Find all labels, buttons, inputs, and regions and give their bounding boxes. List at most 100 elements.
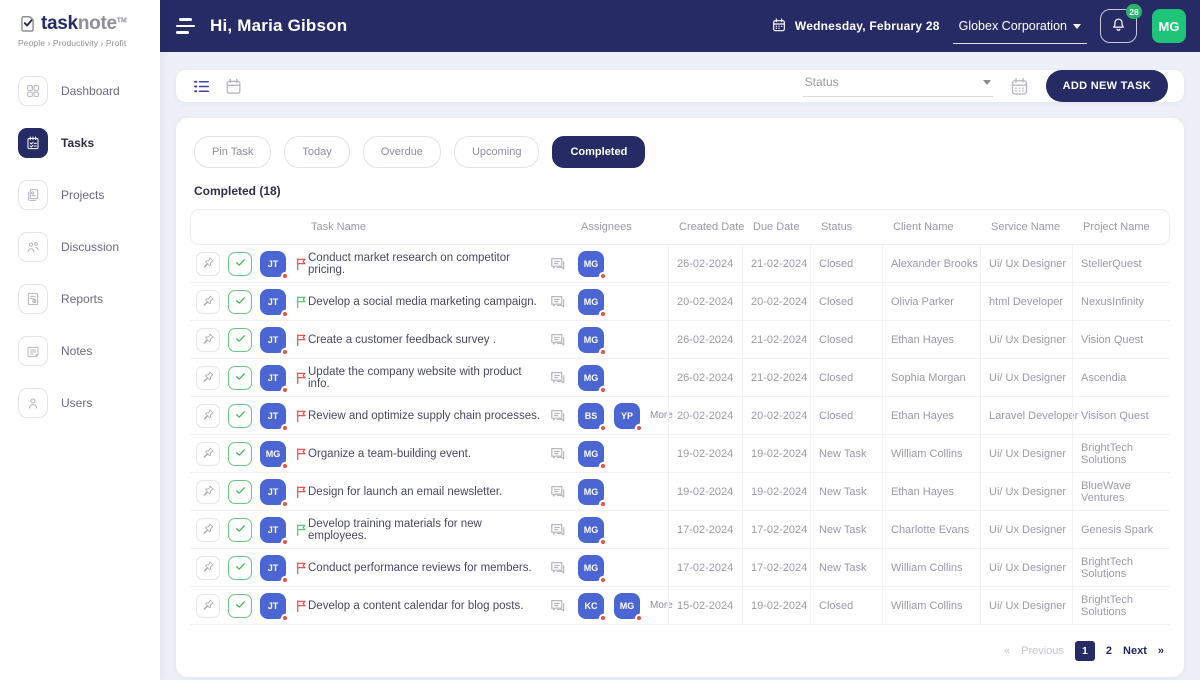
- owner-avatar[interactable]: JT: [260, 403, 286, 429]
- owner-avatar[interactable]: MG: [260, 441, 286, 467]
- filter-pill-pin-task[interactable]: Pin Task: [194, 136, 271, 168]
- assignee-avatar[interactable]: KC: [578, 593, 604, 619]
- task-name[interactable]: Conduct performance reviews for members.: [308, 549, 548, 586]
- flag-icon[interactable]: [294, 560, 309, 576]
- pin-task-button[interactable]: [196, 594, 220, 618]
- complete-task-button[interactable]: [228, 594, 252, 618]
- flag-icon[interactable]: [294, 256, 309, 272]
- flag-icon[interactable]: [294, 446, 309, 462]
- owner-avatar[interactable]: JT: [260, 479, 286, 505]
- task-name[interactable]: Develop training materials for new emplo…: [308, 511, 548, 548]
- complete-task-button[interactable]: [228, 556, 252, 580]
- task-name[interactable]: Update the company website with product …: [308, 359, 548, 396]
- sidebar-item-tasks[interactable]: Tasks: [0, 121, 160, 165]
- assignee-avatar[interactable]: MG: [578, 441, 604, 467]
- assignee-avatar[interactable]: MG: [578, 517, 604, 543]
- owner-avatar[interactable]: JT: [260, 555, 286, 581]
- complete-task-button[interactable]: [228, 404, 252, 428]
- flag-icon[interactable]: [294, 332, 309, 348]
- flag-icon[interactable]: [294, 294, 309, 310]
- task-name[interactable]: Organize a team-building event.: [308, 435, 548, 472]
- filter-pill-today[interactable]: Today: [284, 136, 349, 168]
- notifications-button[interactable]: 28: [1100, 9, 1137, 43]
- owner-avatar[interactable]: JT: [260, 517, 286, 543]
- owner-avatar[interactable]: JT: [260, 327, 286, 353]
- sidebar-item-projects[interactable]: Projects: [0, 173, 160, 217]
- task-name[interactable]: Review and optimize supply chain process…: [308, 397, 548, 434]
- status-filter-select[interactable]: Status: [803, 75, 993, 97]
- pin-task-button[interactable]: [196, 518, 220, 542]
- previous-page-button[interactable]: Previous: [1021, 645, 1064, 657]
- pin-task-button[interactable]: [196, 404, 220, 428]
- chat-icon[interactable]: [548, 444, 568, 464]
- pin-task-button[interactable]: [196, 252, 220, 276]
- assignee-avatar[interactable]: BS: [578, 403, 604, 429]
- menu-toggle-icon[interactable]: [176, 18, 196, 34]
- flag-icon[interactable]: [294, 408, 309, 424]
- sidebar-item-discussion[interactable]: Discussion: [0, 225, 160, 269]
- chat-icon[interactable]: [548, 558, 568, 578]
- flag-icon[interactable]: [294, 484, 309, 500]
- chat-icon[interactable]: [548, 482, 568, 502]
- chat-icon[interactable]: [548, 596, 568, 616]
- previous-arrow[interactable]: «: [1004, 645, 1010, 657]
- task-name[interactable]: Develop a content calendar for blog post…: [308, 587, 548, 624]
- complete-task-button[interactable]: [228, 442, 252, 466]
- complete-task-button[interactable]: [228, 366, 252, 390]
- owner-avatar[interactable]: JT: [260, 251, 286, 277]
- next-page-button[interactable]: Next: [1123, 645, 1147, 657]
- sidebar-item-dashboard[interactable]: Dashboard: [0, 69, 160, 113]
- pin-task-button[interactable]: [196, 442, 220, 466]
- page-2-button[interactable]: 2: [1106, 645, 1112, 657]
- complete-task-button[interactable]: [228, 290, 252, 314]
- owner-avatar[interactable]: JT: [260, 593, 286, 619]
- sidebar-item-notes[interactable]: Notes: [0, 329, 160, 373]
- assignee-avatar[interactable]: MG: [578, 365, 604, 391]
- task-name[interactable]: Develop a social media marketing campaig…: [308, 283, 548, 320]
- pin-task-button[interactable]: [196, 328, 220, 352]
- task-name[interactable]: Conduct market research on competitor pr…: [308, 245, 548, 282]
- pin-icon: [202, 408, 215, 424]
- next-arrow[interactable]: »: [1158, 645, 1164, 657]
- filter-pill-upcoming[interactable]: Upcoming: [454, 136, 540, 168]
- flag-icon[interactable]: [294, 370, 309, 386]
- assignee-avatar[interactable]: MG: [578, 251, 604, 277]
- pin-task-button[interactable]: [196, 556, 220, 580]
- filter-pill-overdue[interactable]: Overdue: [363, 136, 441, 168]
- assignee-avatar[interactable]: MG: [578, 479, 604, 505]
- user-avatar[interactable]: MG: [1152, 9, 1186, 43]
- assignee-avatar[interactable]: MG: [578, 327, 604, 353]
- pin-task-button[interactable]: [196, 290, 220, 314]
- complete-task-button[interactable]: [228, 518, 252, 542]
- task-name[interactable]: Design for launch an email newsletter.: [308, 473, 548, 510]
- flag-icon[interactable]: [294, 522, 309, 538]
- complete-task-button[interactable]: [228, 480, 252, 504]
- chat-icon[interactable]: [548, 292, 568, 312]
- filter-pill-completed[interactable]: Completed: [552, 136, 645, 168]
- pin-task-button[interactable]: [196, 480, 220, 504]
- complete-task-button[interactable]: [228, 252, 252, 276]
- flag-icon[interactable]: [294, 598, 309, 614]
- chat-icon[interactable]: [548, 368, 568, 388]
- assignee-avatar[interactable]: MG: [614, 593, 640, 619]
- assignee-avatar[interactable]: MG: [578, 555, 604, 581]
- owner-avatar[interactable]: JT: [260, 289, 286, 315]
- assignee-avatar[interactable]: MG: [578, 289, 604, 315]
- calendar-filter-icon[interactable]: [1009, 76, 1030, 97]
- page-1-button[interactable]: 1: [1075, 641, 1095, 661]
- company-dropdown[interactable]: Globex Corporation: [955, 19, 1085, 33]
- sidebar-item-users[interactable]: Users: [0, 381, 160, 425]
- list-view-icon[interactable]: [192, 77, 211, 96]
- complete-task-button[interactable]: [228, 328, 252, 352]
- add-new-task-button[interactable]: ADD NEW TASK: [1046, 70, 1168, 102]
- sidebar-item-reports[interactable]: Reports: [0, 277, 160, 321]
- pin-task-button[interactable]: [196, 366, 220, 390]
- chat-icon[interactable]: [548, 330, 568, 350]
- calendar-view-icon[interactable]: [224, 77, 243, 96]
- owner-avatar[interactable]: JT: [260, 365, 286, 391]
- chat-icon[interactable]: [548, 520, 568, 540]
- assignee-avatar[interactable]: YP: [614, 403, 640, 429]
- chat-icon[interactable]: [548, 406, 568, 426]
- chat-icon[interactable]: [548, 254, 568, 274]
- task-name[interactable]: Create a customer feedback survey .: [308, 321, 548, 358]
